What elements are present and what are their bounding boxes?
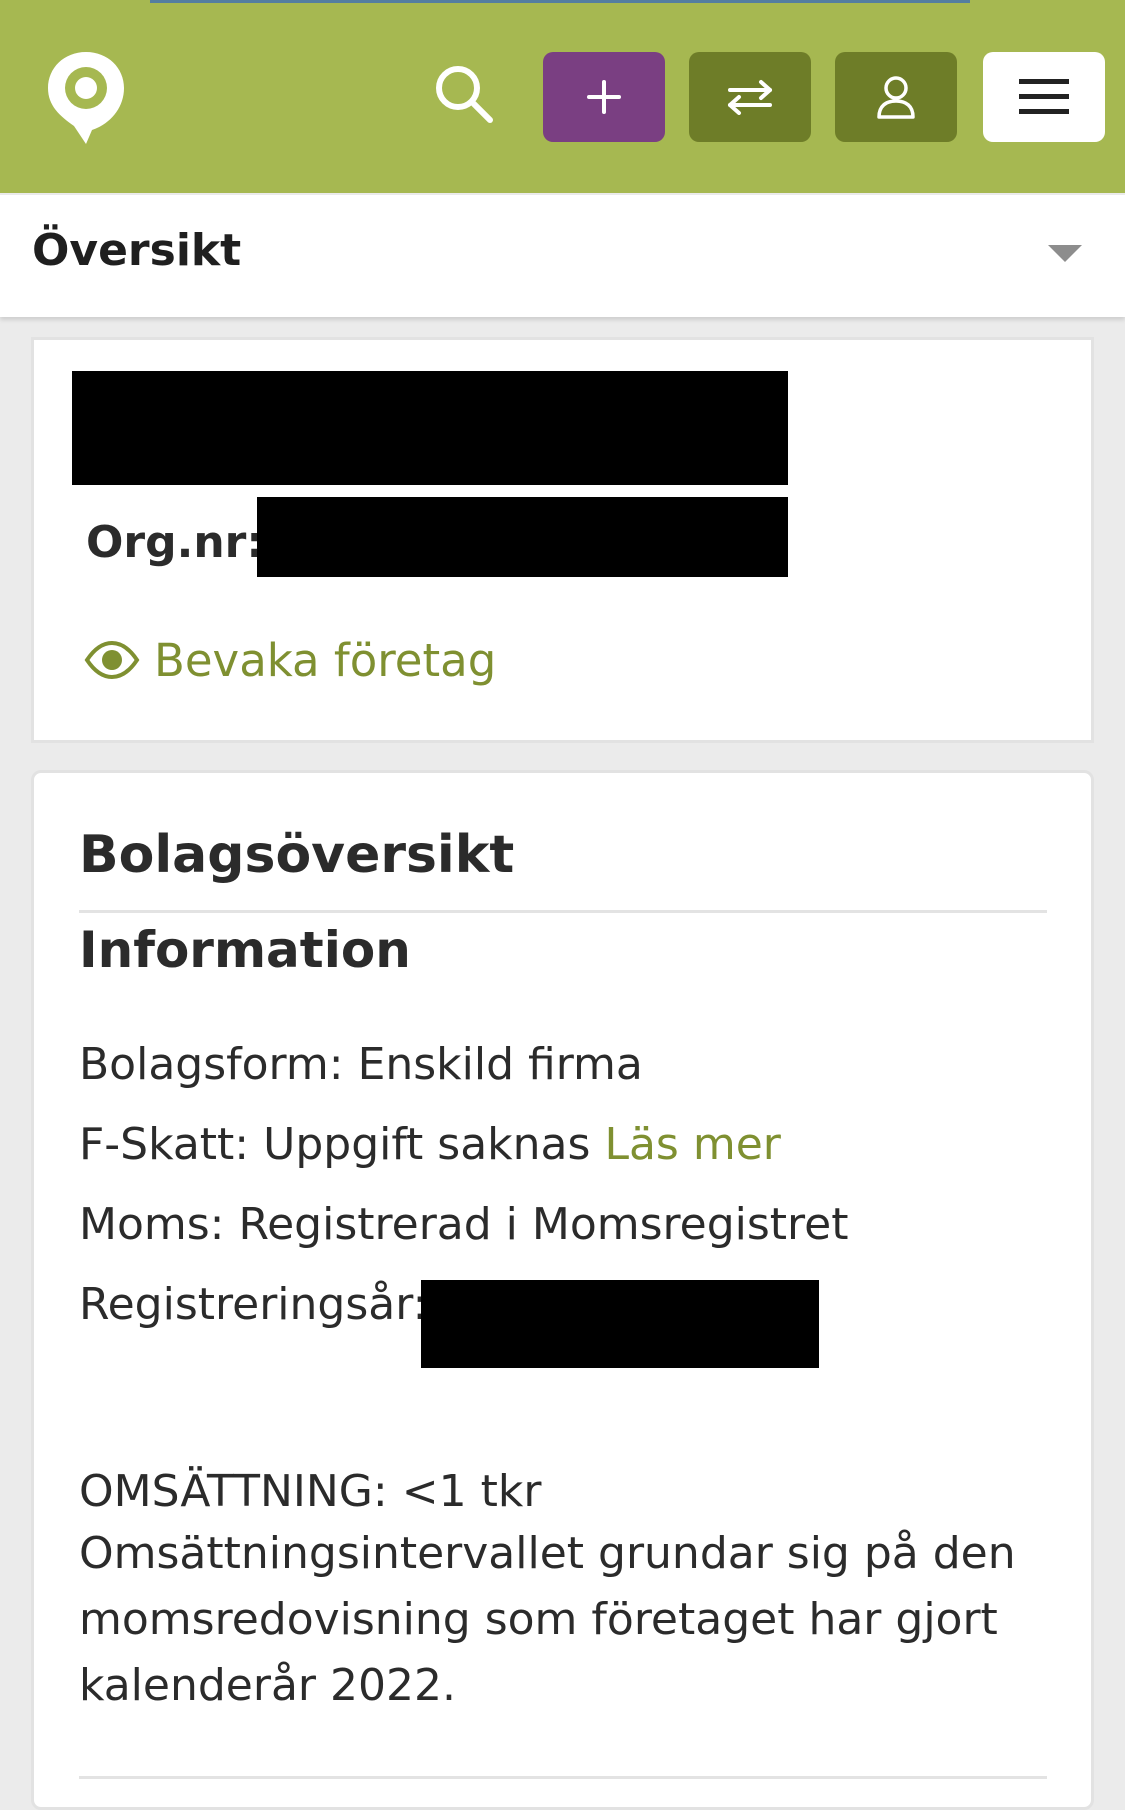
user-icon	[877, 76, 915, 119]
org-number-label: Org.nr:	[86, 517, 264, 568]
registration-year-row: Registreringsår:	[79, 1279, 427, 1330]
company-card: Org.nr: Bevaka företag	[31, 337, 1094, 743]
swap-arrows-icon	[728, 80, 772, 115]
divider	[79, 1776, 1047, 1779]
hamburger-menu-icon	[1019, 79, 1069, 114]
section-title: Översikt	[32, 225, 242, 276]
eye-icon	[84, 640, 140, 680]
search-icon	[436, 66, 493, 123]
account-button[interactable]	[835, 52, 957, 142]
menu-button[interactable]	[983, 52, 1105, 142]
top-navigation-bar	[0, 0, 1125, 193]
read-more-link[interactable]: Läs mer	[604, 1119, 780, 1170]
f-tax-row: F-Skatt: Uppgift saknas Läs mer	[79, 1119, 781, 1170]
turnover-label: OMSÄTTNING:	[79, 1466, 388, 1517]
section-dropdown[interactable]: Översikt	[0, 195, 1125, 317]
compare-button[interactable]	[689, 52, 811, 142]
vat-value: Registrerad i Momsregistret	[238, 1199, 849, 1250]
company-form-label: Bolagsform:	[79, 1039, 344, 1090]
company-form-value: Enskild firma	[357, 1039, 643, 1090]
information-heading: Information	[79, 921, 411, 979]
redacted-registration-year	[421, 1280, 819, 1368]
plus-icon	[587, 80, 621, 114]
divider	[79, 910, 1047, 913]
watch-company-label: Bevaka företag	[154, 633, 497, 687]
map-pin-logo-icon[interactable]	[44, 48, 128, 148]
redacted-org-number	[257, 497, 788, 577]
vat-row: Moms: Registrerad i Momsregistret	[79, 1199, 849, 1250]
f-tax-label: F-Skatt:	[79, 1119, 250, 1170]
caret-down-icon[interactable]	[1048, 245, 1082, 262]
f-tax-value: Uppgift saknas	[263, 1119, 591, 1170]
search-button[interactable]	[428, 58, 500, 130]
redacted-company-name	[72, 371, 788, 485]
turnover-note: Omsättningsintervallet grundar sig på de…	[79, 1528, 1016, 1711]
registration-year-label: Registreringsår:	[79, 1279, 428, 1330]
vat-label: Moms:	[79, 1199, 225, 1250]
company-form-row: Bolagsform: Enskild firma	[79, 1039, 643, 1090]
company-overview-card: Bolagsöversikt Information Bolagsform: En…	[31, 770, 1094, 1810]
turnover-row: OMSÄTTNING: <1 tkr	[79, 1466, 541, 1517]
overview-title: Bolagsöversikt	[79, 825, 515, 885]
add-button[interactable]	[543, 52, 665, 142]
top-progress-strip	[150, 0, 970, 3]
watch-company-link[interactable]: Bevaka företag	[84, 630, 496, 690]
turnover-value: <1 tkr	[401, 1466, 542, 1517]
